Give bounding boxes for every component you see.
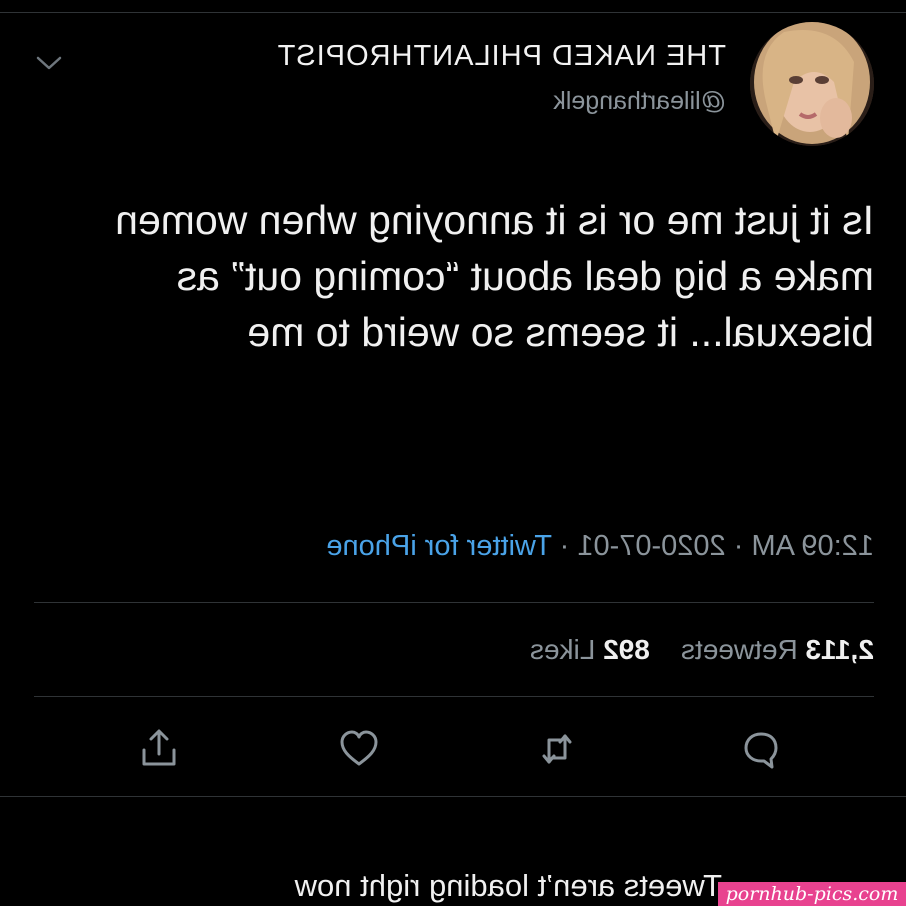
avatar-photo: [750, 22, 874, 146]
meta-separator: ·: [559, 530, 570, 562]
user-handle[interactable]: @lilearthangelk: [277, 87, 726, 116]
like-icon[interactable]: [334, 724, 384, 774]
retweets-label[interactable]: Retweets: [681, 634, 798, 665]
stats-divider-top: [34, 602, 874, 603]
likes-count[interactable]: 892: [603, 634, 650, 665]
tweet-text: Is it just me or is it annoying when wom…: [115, 197, 874, 355]
watermark-logo: pornhub-pics.com: [718, 882, 906, 906]
retweet-icon[interactable]: [532, 724, 582, 774]
display-name[interactable]: THE NAKED PHILANTHROPIST: [277, 40, 726, 73]
tweet-stats: 2,113 Retweets 892 Likes: [530, 634, 874, 666]
tweet-time: 12:09 AM: [751, 530, 874, 562]
avatar[interactable]: [750, 22, 874, 146]
tweet-date: 2020-07-01: [577, 530, 726, 562]
top-divider: [0, 12, 906, 13]
tweet-meta: 12:09 AM · 2020-07-01 · Twitter for iPho…: [326, 530, 874, 563]
footer-divider: [0, 796, 906, 797]
chevron-down-icon[interactable]: [34, 52, 64, 74]
tweet-source-link[interactable]: Twitter for iPhone: [326, 530, 552, 562]
retweets-count[interactable]: 2,113: [805, 634, 874, 665]
likes-label[interactable]: Likes: [530, 634, 595, 665]
tweets-loading-message: Tweets aren’t loading right now: [294, 868, 722, 903]
tweet-header: THE NAKED PHILANTHROPIST @lilearthangelk: [277, 40, 726, 116]
reply-icon[interactable]: [738, 724, 788, 774]
tweet-actions: [0, 724, 906, 774]
share-icon[interactable]: [134, 724, 184, 774]
mirrored-screenshot: THE NAKED PHILANTHROPIST @lilearthangelk…: [0, 0, 906, 906]
meta-separator: ·: [733, 530, 744, 562]
stats-divider-bottom: [34, 696, 874, 697]
